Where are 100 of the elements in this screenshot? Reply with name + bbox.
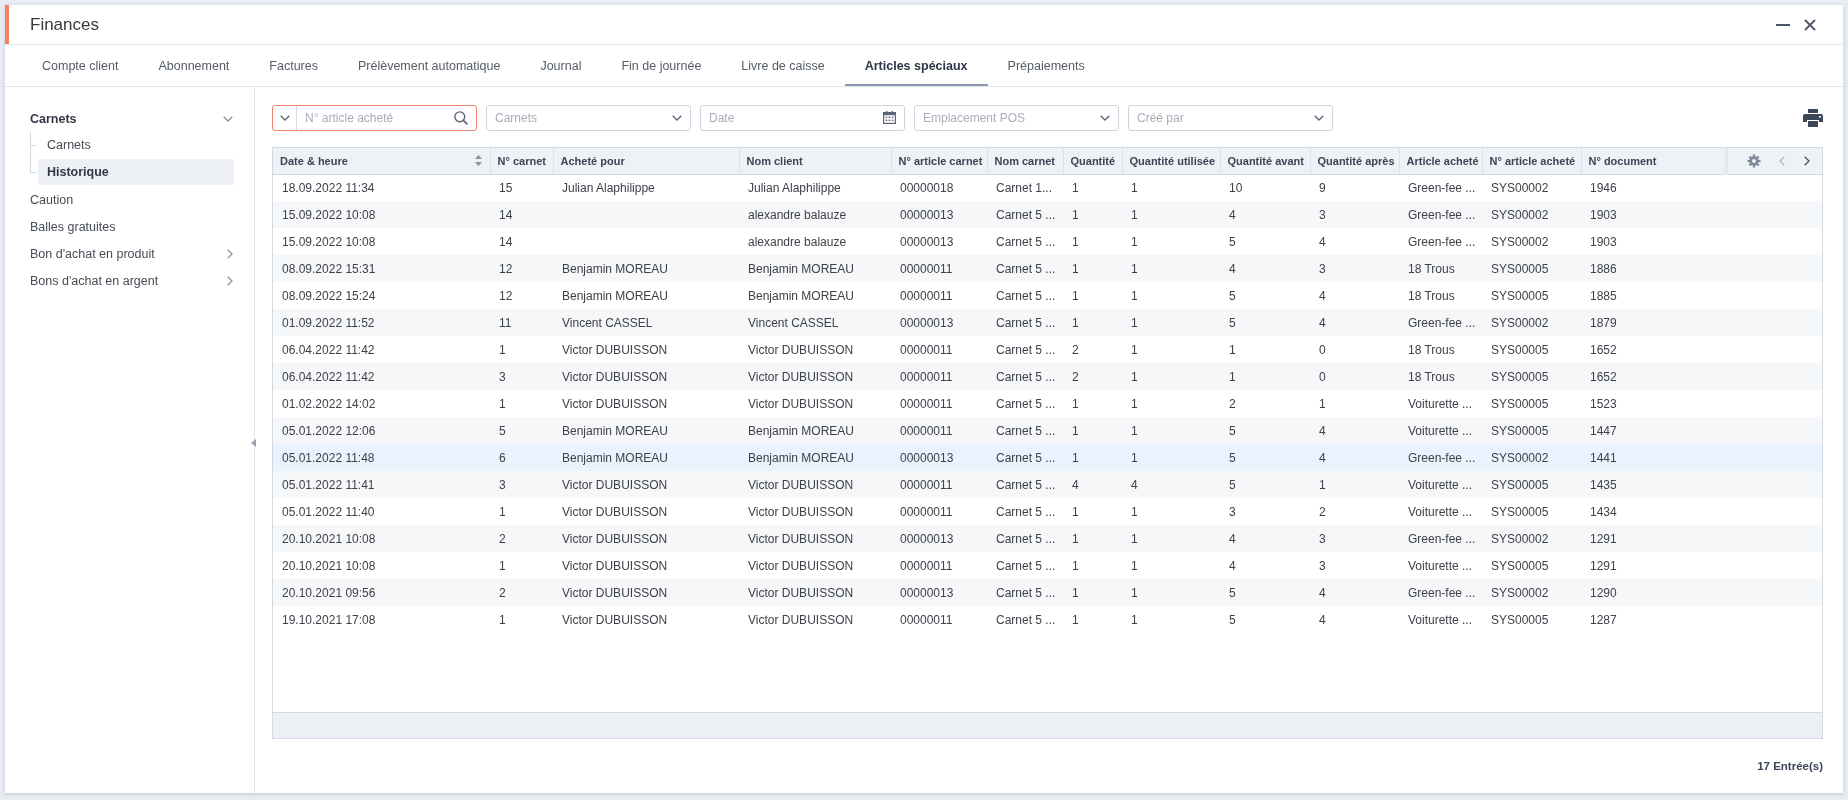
table-cell: 5 [1229,234,1236,249]
collapse-handle-icon[interactable] [251,439,256,447]
table-cell: 00000011 [900,558,953,573]
tab[interactable]: Journal [520,45,602,86]
table-cell: SYS00005 [1491,477,1549,492]
column-settings-button[interactable] [1746,153,1761,168]
column-header: Quantité avant [1220,148,1310,174]
table-row[interactable]: 01.02.2022 14:02 1 Victor DUBUISSON Victor DUBUISSON 00000011 Carnet 5 ... 1 1 2 1 Voiturette ... SYS00005 1523 [273,390,1822,417]
table-row[interactable]: 05.01.2022 11:48 6 Benjamin MOREAU Benjamin MOREAU 00000013 Carnet 5 ... 1 1 5 4 Green-fee ... SYS00002 1441 [273,444,1822,471]
table-row[interactable]: 20.10.2021 09:56 2 Victor DUBUISSON Victor DUBUISSON 00000013 Carnet 5 ... 1 1 5 4 Green-fee ... SYS00002 1290 [273,579,1822,606]
dropdown-field[interactable]: Carnets [486,105,691,131]
table-row[interactable]: 15.09.2022 10:08 14 alexandre balauze 00000013 Carnet 5 ... 1 1 4 3 Green-fee ... SYS00002 1903 [273,201,1822,228]
tab[interactable]: Articles spéciaux [844,45,988,86]
print-button[interactable] [1803,109,1823,127]
table-cell: Victor DUBUISSON [748,369,854,384]
table-cell: 1 [1072,531,1079,546]
table-cell: 00000013 [900,234,954,249]
search-field[interactable]: N° article acheté [272,105,477,131]
table-cell: 1 [1072,234,1079,249]
table-cell: 05.01.2022 12:06 [282,423,376,438]
table-cell: Carnet 5 ... [996,477,1056,492]
table-cell: Julian Alaphilippe [562,180,655,195]
table-cell: 1 [1131,207,1138,222]
table-cell: SYS00005 [1491,369,1549,384]
table-cell: 5 [1229,450,1236,465]
table-cell: Victor DUBUISSON [562,477,668,492]
settings-icon [1746,153,1761,168]
table-cell: 05.01.2022 11:41 [282,477,375,492]
table-row[interactable]: 05.01.2022 12:06 5 Benjamin MOREAU Benjamin MOREAU 00000011 Carnet 5 ... 1 1 5 4 Voiturette ... SYS00005 1447 [273,417,1822,444]
table-cell: 3 [1229,504,1236,519]
chevron-right-icon [1804,155,1810,166]
table-cell: Benjamin MOREAU [748,261,855,276]
table-cell: 14 [499,207,513,222]
tab[interactable]: Prépaiements [987,45,1105,86]
table-row[interactable]: 05.01.2022 11:41 3 Victor DUBUISSON Victor DUBUISSON 00000011 Carnet 5 ... 4 4 5 1 Voiturette ... SYS00005 1435 [273,471,1822,498]
tab[interactable]: Prélèvement automatique [337,45,521,86]
sort-icon[interactable] [474,155,482,167]
table-cell: Voiturette ... [1408,504,1473,519]
column-header[interactable]: Date & heure [273,148,490,174]
tab[interactable]: Livre de caisse [721,45,845,86]
table-cell: 1 [499,342,506,357]
table-cell: SYS00005 [1491,612,1549,627]
table-cell: 1 [1072,450,1079,465]
table-cell: 00000013 [900,450,954,465]
sidebar-subitem[interactable]: Historique [38,159,234,185]
table-cell: 2 [1229,396,1236,411]
table-row[interactable]: 05.01.2022 11:40 1 Victor DUBUISSON Victor DUBUISSON 00000011 Carnet 5 ... 1 1 3 2 Voiturette ... SYS00005 1434 [273,498,1822,525]
table-cell: Green-fee ... [1408,585,1476,600]
table-cell: SYS00002 [1491,207,1549,222]
table-row[interactable]: 06.04.2022 11:42 1 Victor DUBUISSON Victor DUBUISSON 00000011 Carnet 5 ... 2 1 1 0 18 Trous SYS00005 1652 [273,336,1822,363]
tab[interactable]: Compte client [22,45,139,86]
table-cell: 1 [1072,207,1079,222]
sidebar-item[interactable]: Bons d'achat en argent [5,267,254,294]
table-cell: 0 [1319,342,1326,357]
tab[interactable]: Fin de journée [601,45,722,86]
table-row[interactable]: 08.09.2022 15:31 12 Benjamin MOREAU Benjamin MOREAU 00000011 Carnet 5 ... 1 1 4 3 18 Trous SYS00005 1886 [273,255,1822,282]
sidebar-item[interactable]: Carnets [5,105,254,132]
table-cell: 4 [1319,612,1326,627]
column-header: Quantité [1063,148,1122,174]
table-cell: 1 [1131,558,1138,573]
table-cell: 12 [499,288,513,303]
table-row[interactable]: 18.09.2022 11:34 15 Julian Alaphilippe Julian Alaphilippe 00000018 Carnet 1... 1 1 10 9 Green-fee ... SYS00002 1946 [273,174,1822,201]
sidebar-subitem[interactable]: Carnets [38,132,234,158]
table-cell: 1 [1131,396,1138,411]
table-row[interactable]: 20.10.2021 10:08 2 Victor DUBUISSON Victor DUBUISSON 00000013 Carnet 5 ... 1 1 4 3 Green-fee ... SYS00002 1291 [273,525,1822,552]
table-row[interactable]: 06.04.2022 11:42 3 Victor DUBUISSON Victor DUBUISSON 00000011 Carnet 5 ... 2 1 1 0 18 Trous SYS00005 1652 [273,363,1822,390]
table-cell: 2 [499,531,506,546]
tab[interactable]: Abonnement [138,45,250,86]
table-cell: 00000011 [900,423,953,438]
sidebar-item[interactable]: Balles gratuites [5,213,254,240]
table-cell: 18 Trous [1408,288,1455,303]
table-cell: 1 [1131,261,1138,276]
table-row[interactable]: 08.09.2022 15:24 12 Benjamin MOREAU Benjamin MOREAU 00000011 Carnet 5 ... 1 1 5 4 18 Trous SYS00005 1885 [273,282,1822,309]
table-cell: 1447 [1590,423,1617,438]
table-cell: Voiturette ... [1408,477,1473,492]
table-cell: SYS00002 [1491,180,1549,195]
table-cell: 08.09.2022 15:24 [282,288,376,303]
table-cell: Carnet 5 ... [996,423,1056,438]
table-cell: 1 [1131,234,1138,249]
table-cell: 18 Trous [1408,369,1455,384]
minimize-icon [1776,23,1790,26]
table-cell: Carnet 5 ... [996,585,1056,600]
table-cell: 1879 [1590,315,1617,330]
table-cell: Vincent CASSEL [748,315,839,330]
table-row[interactable]: 01.09.2022 11:52 11 Vincent CASSEL Vincent CASSEL 00000013 Carnet 5 ... 1 1 5 4 Green-fee ... SYS00002 1879 [273,309,1822,336]
table-cell: SYS00002 [1491,315,1549,330]
sidebar-item[interactable]: Caution [5,186,254,213]
table-cell: 00000011 [900,369,953,384]
table-cell: 1946 [1590,180,1617,195]
tab[interactable]: Factures [249,45,338,86]
table-row[interactable]: 20.10.2021 10:08 1 Victor DUBUISSON Victor DUBUISSON 00000011 Carnet 5 ... 1 1 4 3 Voiturette ... SYS00005 1291 [273,552,1822,579]
table-cell: 1 [1131,315,1138,330]
next-columns-button[interactable] [1804,155,1810,166]
date-field[interactable]: Date [700,105,905,131]
table-cell: 15.09.2022 10:08 [282,207,376,222]
table-cell: SYS00005 [1491,342,1549,357]
dropdown-field[interactable]: Emplacement POS [914,105,1119,131]
dropdown-field[interactable]: Créé par [1128,105,1333,131]
sidebar-item[interactable]: Bon d'achat en produit [5,240,254,267]
table-row[interactable]: 15.09.2022 10:08 14 alexandre balauze 00000013 Carnet 5 ... 1 1 5 4 Green-fee ... SYS00002 1903 [273,228,1822,255]
